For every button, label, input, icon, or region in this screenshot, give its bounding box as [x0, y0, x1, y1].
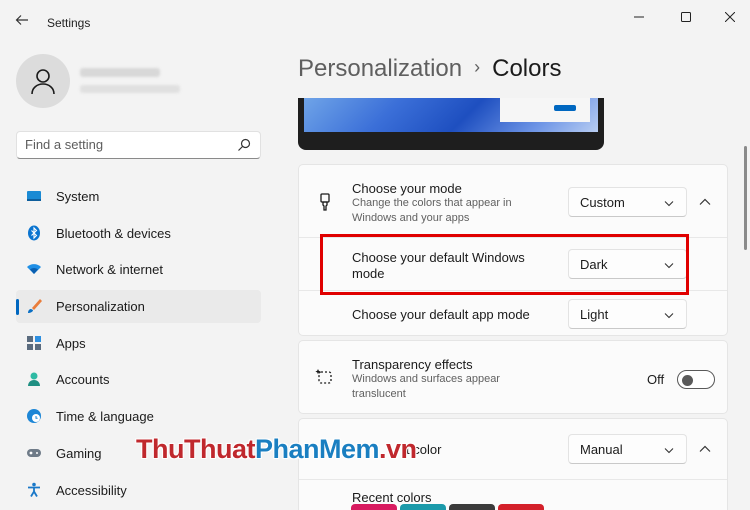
- watermark-part: PhanMem: [254, 434, 380, 464]
- search-box[interactable]: [16, 131, 261, 159]
- sidebar-item-label: Network & internet: [56, 262, 163, 278]
- accent-dropdown-value: Manual: [580, 442, 623, 457]
- minimize-icon: [634, 16, 644, 18]
- sidebar-item-system[interactable]: System: [16, 180, 261, 213]
- close-button[interactable]: [708, 6, 750, 28]
- recent-color-swatch[interactable]: [449, 504, 495, 510]
- mode-description: Change the colors that appear in Windows…: [352, 197, 512, 224]
- theme-preview: [298, 98, 604, 150]
- watermark-part: .vn: [379, 434, 417, 464]
- sidebar-item-accounts[interactable]: Accounts: [16, 363, 261, 396]
- recent-color-swatch[interactable]: [498, 504, 544, 510]
- title-bar: Settings: [0, 0, 750, 46]
- chevron-up-icon[interactable]: [698, 442, 712, 456]
- avatar: [16, 54, 70, 108]
- sidebar-item-label: Bluetooth & devices: [56, 225, 171, 241]
- chevron-down-icon: [664, 201, 674, 207]
- divider: [299, 479, 727, 480]
- app-title: Settings: [47, 16, 91, 30]
- app-mode-row: Choose your default app mode Light: [299, 291, 727, 337]
- chevron-up-icon[interactable]: [698, 195, 712, 209]
- search-input[interactable]: [25, 137, 225, 152]
- mode-title: Choose your mode: [352, 181, 462, 196]
- back-button[interactable]: [10, 12, 34, 34]
- maximize-button[interactable]: [664, 6, 708, 28]
- minimize-button[interactable]: [617, 6, 661, 28]
- bluetooth-icon: [28, 225, 40, 241]
- apps-icon: [27, 335, 41, 350]
- paintbrush-icon: [28, 299, 42, 314]
- accent-preview: [554, 105, 576, 111]
- user-email-blurred: [80, 85, 180, 93]
- wifi-icon: [27, 264, 41, 275]
- sidebar-item-label: Accessibility: [56, 482, 127, 498]
- brush-icon: [320, 193, 330, 211]
- breadcrumb-separator: ›: [474, 57, 481, 77]
- app-mode-dropdown[interactable]: Light: [568, 299, 687, 329]
- sidebar-item-label: Apps: [56, 335, 86, 351]
- mode-dropdown[interactable]: Custom: [568, 187, 687, 217]
- search-icon[interactable]: [237, 138, 251, 152]
- transparency-description: Windows and surfaces appear translucent: [352, 373, 500, 400]
- app-mode-dropdown-value: Light: [580, 307, 609, 322]
- accessibility-icon: [28, 482, 40, 497]
- recent-color-swatch[interactable]: [351, 504, 397, 510]
- sidebar-item-bluetooth[interactable]: Bluetooth & devices: [16, 217, 261, 250]
- recent-colors-label: Recent colors: [352, 490, 432, 505]
- sidebar-item-time-language[interactable]: Time & language: [16, 400, 261, 433]
- chevron-down-icon: [664, 448, 674, 454]
- sidebar-item-label: Gaming: [56, 445, 102, 461]
- mode-row[interactable]: Choose your mode Change the colors that …: [299, 165, 727, 237]
- breadcrumb: Personalization › Colors: [298, 55, 561, 83]
- mode-dropdown-value: Custom: [580, 195, 625, 210]
- monitor-icon: [27, 191, 41, 201]
- chevron-down-icon: [664, 313, 674, 319]
- watermark-part: ThuThuat: [136, 434, 255, 464]
- transparency-title: Transparency effects: [352, 357, 473, 372]
- sidebar-item-label: Accounts: [56, 372, 110, 388]
- account-icon: [28, 372, 40, 387]
- toggle-knob: [682, 374, 693, 386]
- sidebar-item-network[interactable]: Network & internet: [16, 253, 261, 286]
- sidebar-item-label: Time & language: [56, 409, 154, 425]
- recent-color-swatch[interactable]: [400, 504, 446, 510]
- accent-dropdown[interactable]: Manual: [568, 434, 687, 464]
- user-icon: [31, 69, 55, 95]
- page-title: Colors: [492, 55, 562, 82]
- sidebar-item-apps[interactable]: Apps: [16, 327, 261, 360]
- transparency-toggle[interactable]: [677, 370, 715, 389]
- transparency-state-label: Off: [647, 372, 665, 387]
- transparency-card: Transparency effects Windows and surface…: [298, 340, 728, 414]
- window-preview: [500, 98, 590, 122]
- sidebar-item-label: System: [56, 189, 100, 204]
- sidebar-item-accessibility[interactable]: Accessibility: [16, 474, 261, 507]
- watermark: ThuThuatPhanMem.vn: [136, 434, 417, 465]
- highlight-box: [320, 234, 689, 295]
- globe-clock-icon: [27, 409, 41, 424]
- user-name-blurred: [80, 68, 160, 77]
- breadcrumb-parent[interactable]: Personalization: [298, 55, 462, 82]
- close-icon: [724, 11, 736, 23]
- app-mode-label: Choose your default app mode: [352, 307, 530, 322]
- back-arrow-icon: [15, 15, 28, 25]
- sidebar-item-personalization[interactable]: Personalization: [16, 290, 261, 324]
- sidebar-item-label: Personalization: [56, 299, 145, 315]
- scrollbar[interactable]: [744, 146, 747, 250]
- transparency-icon: [315, 369, 332, 384]
- user-profile[interactable]: [16, 54, 266, 114]
- gamepad-icon: [27, 448, 41, 457]
- maximize-icon: [681, 12, 691, 22]
